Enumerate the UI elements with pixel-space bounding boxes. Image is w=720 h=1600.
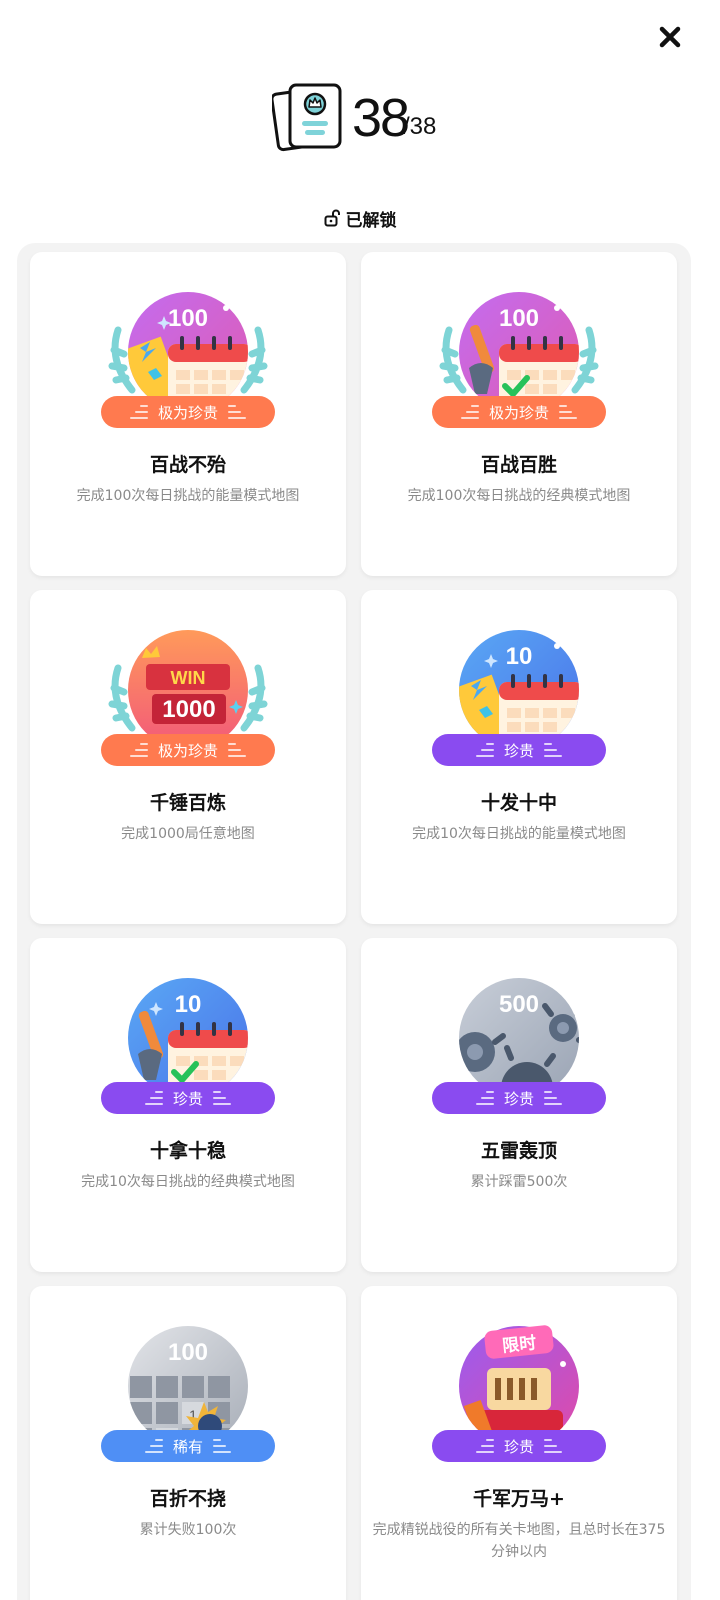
badge-text: 100 [168,305,208,332]
badge-banner: WIN [171,668,206,688]
achievement-desc: 完成精锐战役的所有关卡地图，且总时长在375分钟以内 [372,1522,666,1560]
badge-text: 10 [506,643,533,670]
close-button[interactable] [655,22,685,52]
badge-text: 500 [499,991,539,1018]
rarity-badge: 珍贵 [432,1082,606,1114]
achievement-card[interactable]: 100 极为珍贵 百战百胜 完成100次每日挑战的经典模式地图 [361,252,677,576]
badge-text: 1000 [162,696,215,723]
rarity-label: 极为珍贵 [157,403,218,422]
rarity-label: 珍贵 [503,1437,534,1456]
achievement-title: 千锤百炼 [149,792,226,814]
achievement-desc: 完成10次每日挑战的能量模式地图 [412,826,626,842]
achievement-card[interactable]: 10 珍贵 十发十中 完成10次每日挑战的能量模式地图 [361,590,677,924]
unlocked-count: 38 [352,88,410,148]
achievement-title: 十发十中 [480,792,557,814]
achievement-desc: 完成100次每日挑战的经典模式地图 [407,488,631,504]
achievement-card[interactable]: 100 极为珍贵 百战不殆 完成100次每日挑战的能量模式地图 [30,252,346,576]
achievement-card[interactable]: 500 珍贵 五雷轰顶 累计踩雷500次 [361,938,677,1272]
badge-text: 10 [175,991,202,1018]
badge-text: 限时 [501,1333,537,1356]
achievement-card[interactable]: 限时 珍贵 千军万马+ 完成精锐战役的所有关卡地图，且总时长在375分钟以内 [361,1286,677,1600]
badge-text: 100 [168,1339,208,1366]
rarity-label: 极为珍贵 [488,403,549,422]
achievement-desc: 完成1000局任意地图 [121,826,255,842]
achievement-desc: 完成10次每日挑战的经典模式地图 [81,1174,295,1190]
achievement-title: 五雷轰顶 [480,1140,557,1162]
rarity-label: 珍贵 [503,1089,534,1108]
close-icon [659,26,681,48]
collection-header: 38 /38 [0,80,720,160]
achievement-desc: 累计失败100次 [139,1522,237,1538]
rarity-label: 珍贵 [503,741,534,760]
total-count: /38 [403,113,437,140]
achievement-title: 千军万马+ [473,1488,565,1510]
rarity-badge: 珍贵 [101,1082,275,1114]
rarity-label: 稀有 [172,1437,203,1456]
rarity-badge: 极为珍贵 [101,734,275,766]
achievement-title: 百战百胜 [480,454,557,476]
achievement-desc: 累计踩雷500次 [470,1174,568,1190]
album-icon [272,83,342,152]
achievement-card[interactable]: 1 2 100 稀有 百折不挠 累计失败100次 [30,1286,346,1600]
rarity-badge: 极为珍贵 [101,396,275,428]
unlocked-label: 已解锁 [345,210,397,231]
badge-text: 100 [499,305,539,332]
rarity-badge: 稀有 [101,1430,275,1462]
rarity-badge: 极为珍贵 [432,396,606,428]
achievement-title: 百战不殆 [149,454,226,476]
achievement-card[interactable]: WIN 1000 极为珍贵 千锤百炼 完成1000局任意地图 [30,590,346,924]
rarity-label: 极为珍贵 [157,741,218,760]
achievement-title: 百折不挠 [149,1488,226,1510]
rarity-badge: 珍贵 [432,1430,606,1462]
unlock-icon [324,209,340,227]
achievement-card[interactable]: 10 珍贵 十拿十稳 完成10次每日挑战的经典模式地图 [30,938,346,1272]
achievement-desc: 完成100次每日挑战的能量模式地图 [76,488,300,504]
rarity-badge: 珍贵 [432,734,606,766]
achievement-title: 十拿十稳 [149,1140,226,1162]
rarity-label: 珍贵 [172,1089,203,1108]
unlocked-section-label: 已解锁 [0,206,720,231]
